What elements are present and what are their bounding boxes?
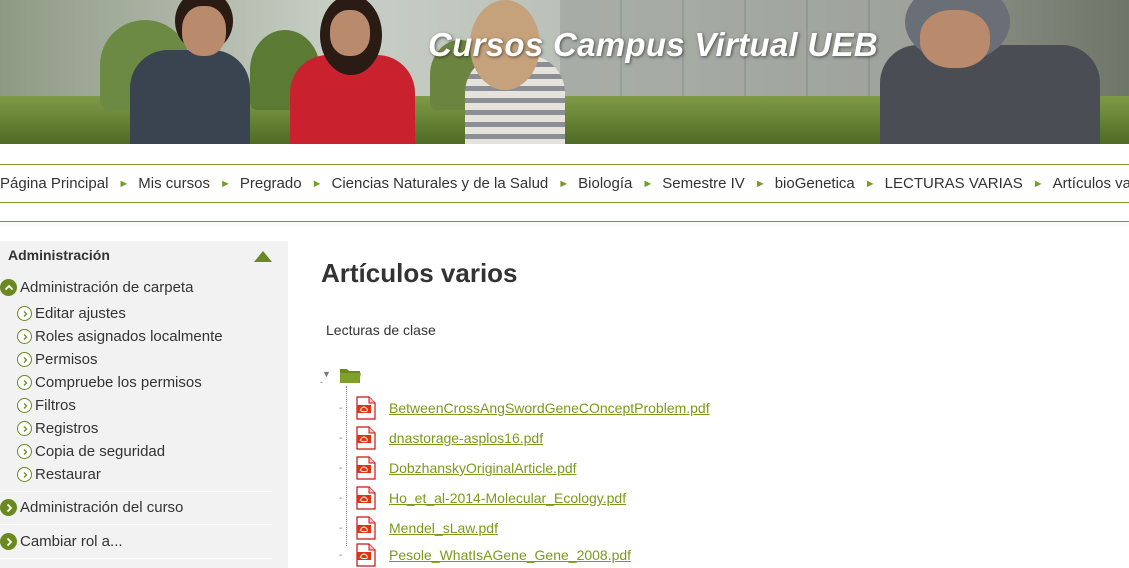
chevron-right-icon [17, 375, 32, 390]
chevron-right-icon [17, 329, 32, 344]
file-item: - dnastorage-asplos16.pdf [339, 425, 543, 451]
file-item: - BetweenCrossAngSwordGeneCOnceptProblem… [339, 395, 710, 421]
admin-item-check-permissions[interactable]: Compruebe los permisos [17, 374, 202, 391]
admin-item-label: Copia de seguridad [35, 443, 166, 460]
tree-connector: - [339, 549, 343, 561]
file-item: - Mendel_sLaw.pdf [339, 515, 498, 541]
folder-description: Lecturas de clase [326, 322, 436, 338]
admin-divider [0, 558, 272, 559]
breadcrumb: Página Principal ► Mis cursos ► Pregrado… [0, 165, 1129, 202]
breadcrumb-item-faculty[interactable]: Ciencias Naturales y de la Salud [331, 175, 548, 192]
breadcrumb-item-current: Artículos varios [1052, 175, 1129, 192]
admin-item-label: Registros [35, 420, 99, 437]
switch-role-label: Cambiar rol a... [20, 533, 123, 550]
admin-item-label: Roles asignados localmente [35, 328, 223, 345]
folder-icon[interactable] [339, 366, 362, 385]
file-link[interactable]: Pesole_WhatIsAGene_Gene_2008.pdf [389, 547, 631, 563]
breadcrumb-item-program[interactable]: Biología [578, 175, 632, 192]
breadcrumb-item-undergrad[interactable]: Pregrado [240, 175, 302, 192]
breadcrumb-item-course[interactable]: bioGenetica [775, 175, 855, 192]
admin-divider [0, 524, 272, 525]
folder-admin-node[interactable]: Administración de carpeta [0, 279, 193, 296]
breadcrumb-item-section[interactable]: LECTURAS VARIAS [885, 175, 1023, 192]
tree-connector: - [320, 377, 323, 387]
chevron-right-icon [0, 499, 17, 516]
pdf-icon[interactable] [355, 396, 377, 420]
pdf-icon[interactable] [355, 456, 377, 480]
admin-item-permissions[interactable]: Permisos [17, 351, 98, 368]
admin-item-restore[interactable]: Restaurar [17, 466, 101, 483]
tree-expand-icon[interactable]: ▼ [322, 369, 331, 379]
admin-item-label: Permisos [35, 351, 98, 368]
file-item: - Ho_et_al-2014-Molecular_Ecology.pdf [339, 485, 626, 511]
admin-item-label: Filtros [35, 397, 76, 414]
admin-block: Administración Administración de carpeta… [0, 241, 288, 568]
file-item: - DobzhanskyOriginalArticle.pdf [339, 455, 577, 481]
tree-connector: - [339, 522, 343, 534]
pdf-icon[interactable] [355, 426, 377, 450]
folder-admin-label: Administración de carpeta [20, 279, 194, 296]
chevron-up-icon [0, 279, 17, 296]
breadcrumb-separator-icon: ► [864, 177, 876, 190]
file-link[interactable]: Mendel_sLaw.pdf [389, 520, 498, 536]
admin-block-header[interactable]: Administración [0, 241, 288, 269]
admin-item-label: Restaurar [35, 466, 101, 483]
pdf-icon[interactable] [355, 516, 377, 540]
file-link[interactable]: DobzhanskyOriginalArticle.pdf [389, 460, 577, 476]
admin-item-label: Compruebe los permisos [35, 374, 202, 391]
tree-connector: - [339, 492, 343, 504]
breadcrumb-separator-icon: ► [219, 177, 231, 190]
collapse-block-icon[interactable] [254, 251, 272, 262]
breadcrumb-item-my-courses[interactable]: Mis cursos [138, 175, 210, 192]
admin-item-local-roles[interactable]: Roles asignados localmente [17, 328, 223, 345]
chevron-right-icon [17, 444, 32, 459]
site-title[interactable]: Cursos Campus Virtual UEB [428, 26, 878, 64]
admin-divider [0, 491, 272, 492]
breadcrumb-separator-icon: ► [118, 177, 130, 190]
chevron-right-icon [17, 467, 32, 482]
pdf-icon[interactable] [355, 486, 377, 510]
admin-item-logs[interactable]: Registros [17, 420, 98, 437]
file-item: - Pesole_WhatIsAGene_Gene_2008.pdf [339, 542, 631, 568]
chevron-right-icon [17, 306, 32, 321]
admin-item-backup[interactable]: Copia de seguridad [17, 443, 165, 460]
course-admin-label: Administración del curso [20, 499, 184, 516]
breadcrumb-separator-icon: ► [558, 177, 570, 190]
course-admin-node[interactable]: Administración del curso [0, 499, 183, 516]
switch-role-node[interactable]: Cambiar rol a... [0, 533, 123, 550]
file-link[interactable]: BetweenCrossAngSwordGeneCOnceptProblem.p… [389, 400, 710, 416]
admin-item-label: Editar ajustes [35, 305, 126, 322]
breadcrumb-separator-icon: ► [311, 177, 323, 190]
tree-connector: - [339, 462, 343, 474]
breadcrumb-separator-icon: ► [754, 177, 766, 190]
chevron-right-icon [0, 533, 17, 550]
breadcrumb-separator-icon: ► [642, 177, 654, 190]
chevron-right-icon [17, 398, 32, 413]
tree-connector: - [339, 402, 343, 414]
tree-connector: - [339, 432, 343, 444]
chevron-right-icon [17, 352, 32, 367]
file-link[interactable]: Ho_et_al-2014-Molecular_Ecology.pdf [389, 490, 626, 506]
pdf-icon[interactable] [355, 543, 377, 567]
breadcrumb-separator-icon: ► [1032, 177, 1044, 190]
admin-block-title: Administración [8, 247, 110, 263]
chevron-right-icon [17, 421, 32, 436]
breadcrumb-bar: Página Principal ► Mis cursos ► Pregrado… [0, 164, 1129, 203]
file-link[interactable]: dnastorage-asplos16.pdf [389, 430, 543, 446]
site-banner: Cursos Campus Virtual UEB [0, 0, 1129, 144]
admin-item-filters[interactable]: Filtros [17, 397, 76, 414]
breadcrumb-item-semester[interactable]: Semestre IV [662, 175, 745, 192]
admin-item-edit-settings[interactable]: Editar ajustes [17, 305, 126, 322]
breadcrumb-item-home[interactable]: Página Principal [0, 175, 108, 192]
page-title: Artículos varios [321, 258, 518, 288]
header-divider [0, 221, 1129, 222]
